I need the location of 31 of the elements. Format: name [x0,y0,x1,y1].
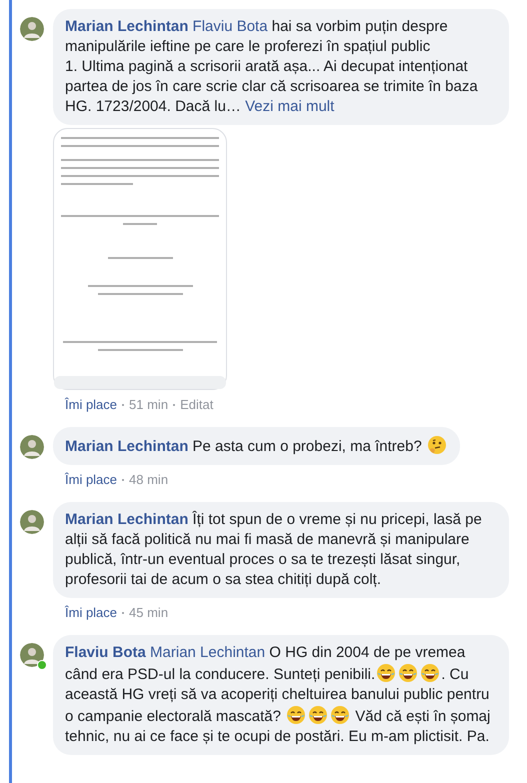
document-image-thumbnail[interactable] [53,128,227,390]
comment-text: Flaviu Bota Marian Lechintan O HG din 2004 de pe vremea când era PSD-ul la conducere. Sunteți penibili. . Cu această HG vreți să va acoperiți cheltuirea banului public pentru o campanie electorală mascată? Văd că ești în șomaj tehnic, nu ai ce face și te ocupi de postări. Eu m-am plictisit. Pa. [65,643,492,747]
comment-text: Marian Lechintan Flaviu Bota hai sa vorbim puțin despre manipulările ieftine pe care le proferezi în spațiul public 1. Ultima pagină a scrisorii arată așa... Ai decupat intenționat partea de jos în care scrie clar că scrisoarea se trimite în baza HG. 1723/2004. Dacă lu… Vezi mai mult [65,17,479,117]
thinking-face-icon [426,435,447,455]
avatar-icon[interactable] [20,17,44,41]
like-link[interactable]: Îmi place [65,604,118,622]
laughing-face-icon [420,663,440,683]
author-link[interactable]: Marian Lechintan [65,438,188,455]
comment-time: 45 min [129,604,168,622]
avatar-icon[interactable] [20,510,44,534]
laughing-face-icon [286,705,306,725]
comment-text: Marian Lechintan Pe asta cum o probezi, ma întreb? [65,435,448,457]
avatar-icon[interactable] [20,435,44,459]
comment-time: 51 min [129,396,168,414]
laughing-face-icon [376,663,396,683]
comment-time: 48 min [129,471,168,489]
laughing-face-icon [308,705,328,725]
avatar-icon[interactable] [20,643,44,667]
laughing-face-icon [398,663,418,683]
like-link[interactable]: Îmi place [65,396,118,414]
like-link[interactable]: Îmi place [65,471,118,489]
edited-label: Editat [180,396,214,414]
author-link[interactable]: Marian Lechintan [65,511,188,528]
comment-text: Marian Lechintan Îți tot spun de o vreme și nu pricepi, lasă pe alții să facă politică nu mai fi masă de manevră și manipulare publică, într-un eventual proces o sa te trezești lăsat singur, profesorii tai de acum o sa stea chitiți după colț. [65,510,483,590]
author-link[interactable]: Flaviu Bota [65,644,146,661]
online-status-dot [37,660,47,670]
see-more-link[interactable]: Vezi mai mult [245,98,334,115]
author-link[interactable]: Marian Lechintan [65,18,188,35]
laughing-face-icon [330,705,350,725]
mention-link[interactable]: Marian Lechintan [150,644,266,661]
mention-link[interactable]: Flaviu Bota [192,18,268,35]
